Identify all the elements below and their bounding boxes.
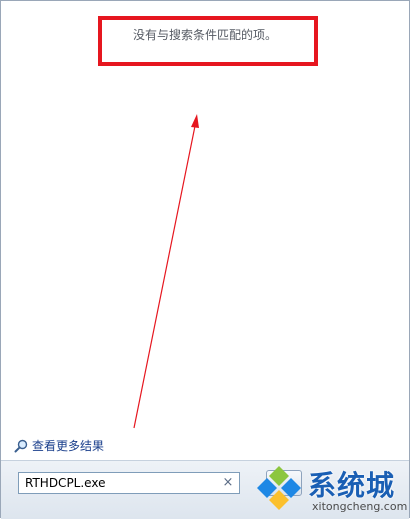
- annotation-highlight-box: [98, 16, 318, 66]
- search-box[interactable]: ×: [18, 472, 240, 494]
- magnifier-icon: [14, 439, 28, 452]
- search-results-pane: [8, 6, 400, 458]
- search-input[interactable]: [19, 473, 221, 493]
- see-more-label: 查看更多结果: [32, 439, 105, 453]
- close-icon[interactable]: ×: [221, 475, 235, 491]
- shutdown-button[interactable]: [266, 470, 302, 496]
- see-more-results-link[interactable]: 查看更多结果: [14, 437, 104, 454]
